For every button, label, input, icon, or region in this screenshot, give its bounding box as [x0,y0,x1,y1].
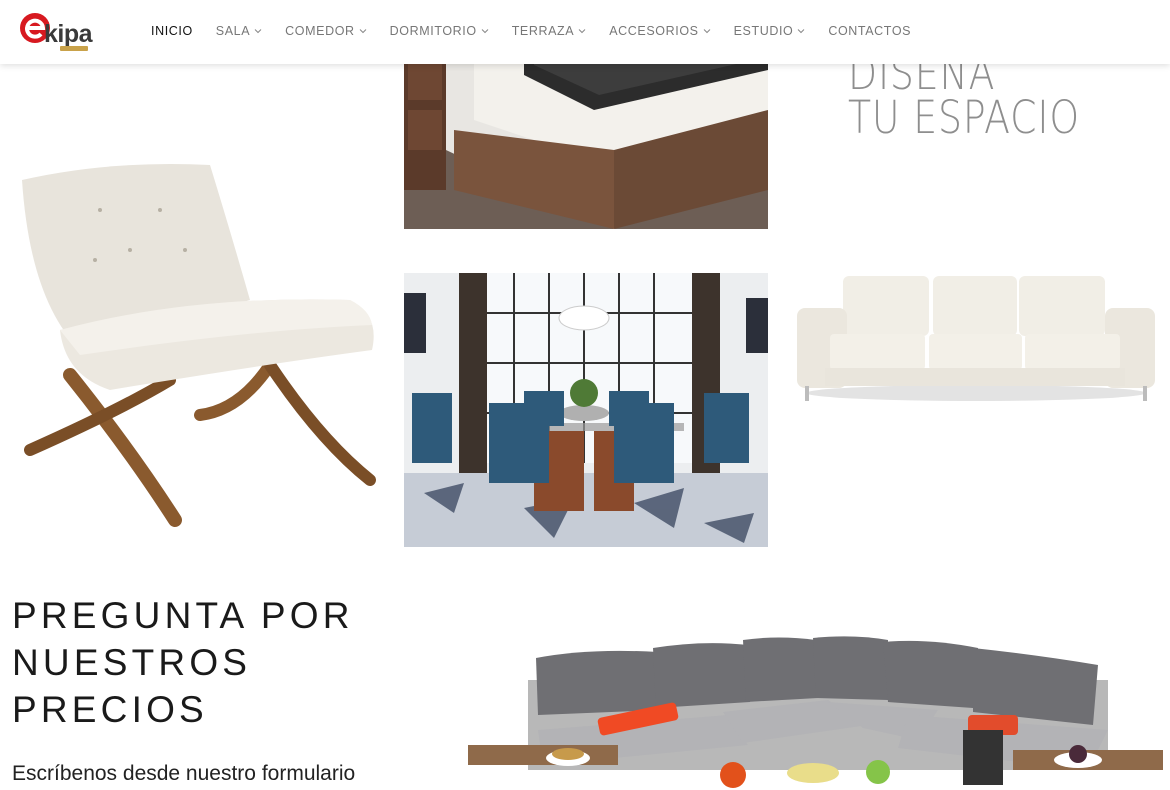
dining-room-image[interactable] [404,273,768,547]
brand-logo[interactable]: kipa [18,8,108,54]
lounge-chair-illustration [22,164,376,527]
contact-form-subtitle: Escríbenos desde nuestro formulario [12,762,356,785]
nav-label: INICIO [151,24,193,38]
nav-label: CONTACTOS [828,24,912,38]
nav-label: COMEDOR [285,24,355,38]
heading-line-3: PRECIOS [12,689,208,730]
outdoor-sectional-image[interactable] [468,630,1163,790]
nav-item-terraza[interactable]: TERRAZA [512,24,587,38]
heading-line-2: NUESTROS [12,642,252,683]
chevron-down-icon [798,29,805,34]
nav-label: TERRAZA [511,24,575,38]
nav-item-estudio[interactable]: ESTUDIO [734,24,806,38]
outdoor-sectional-illustration [468,636,1163,788]
nav-label: DORMITORIO [389,24,477,38]
logo-tagline-bar [60,46,88,51]
nav-item-comedor[interactable]: COMEDOR [285,24,367,38]
nav-item-dormitorio[interactable]: DORMITORIO [390,24,489,38]
chevron-down-icon [254,29,262,34]
nav-item-inicio[interactable]: INICIO [151,24,193,38]
logo-wordmark: kipa [44,20,93,48]
slogan-line-2: TU ESPACIO [848,91,1080,144]
lounge-chair-image[interactable] [10,150,380,530]
dining-room-illustration [404,273,768,547]
chevron-down-icon [481,29,489,34]
chevron-down-icon [359,29,367,34]
heading-line-1: PREGUNTA POR [12,595,354,636]
nav-label: ACCESORIOS [609,24,699,38]
main-nav: INICIO SALA COMEDOR DORMITORIO TERRAZA A… [151,24,934,38]
nav-label: SALA [215,24,251,38]
chevron-down-icon [578,29,586,34]
chevron-down-icon [703,29,710,34]
nav-item-contactos[interactable]: CONTACTOS [828,24,911,38]
sofa-image[interactable] [795,268,1157,413]
nav-label: ESTUDIO [733,24,794,38]
nav-item-accesorios[interactable]: ACCESORIOS [609,24,710,38]
nav-item-sala[interactable]: SALA [216,24,262,38]
prices-heading: PREGUNTA POR NUESTROS PRECIOS [12,592,392,733]
site-header: kipa INICIO SALA COMEDOR DORMITORIO TERR… [0,0,1170,64]
sofa-illustration [797,276,1155,401]
hero-slogan: DISEÑA TU ESPACIO [848,51,1100,144]
